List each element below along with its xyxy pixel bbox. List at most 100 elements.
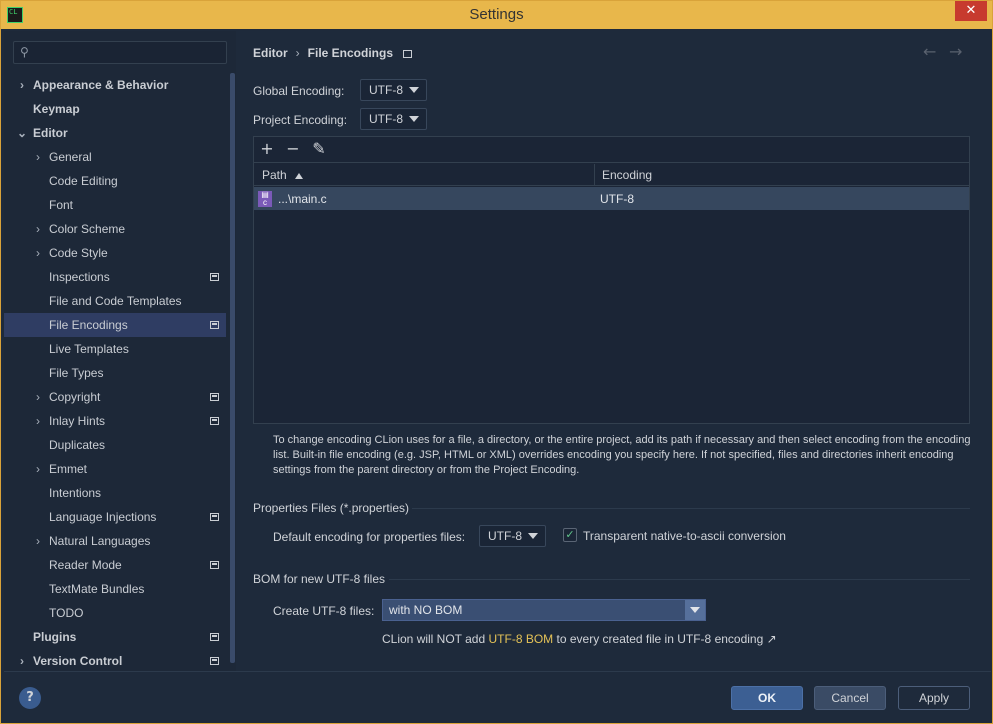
sidebar-item-label: Emmet <box>49 462 88 476</box>
project-encoding-select[interactable]: UTF-8 <box>360 108 427 130</box>
chevron-right-icon[interactable]: › <box>33 457 43 481</box>
dropdown-arrow-icon <box>409 87 419 93</box>
remove-icon[interactable]: − <box>282 139 304 159</box>
sidebar-item-file-types[interactable]: File Types <box>4 361 226 385</box>
sidebar-item-label: Code Style <box>49 246 108 260</box>
sidebar-item-duplicates[interactable]: Duplicates <box>4 433 226 457</box>
section-divider <box>389 579 970 580</box>
project-encoding-value: UTF-8 <box>369 112 403 126</box>
chevron-right-icon[interactable]: › <box>33 529 43 553</box>
project-scope-icon <box>403 49 413 58</box>
project-scope-icon <box>210 633 219 641</box>
column-header-path[interactable]: Path <box>262 168 303 182</box>
bom-section-title: BOM for new UTF-8 files <box>253 572 386 586</box>
sidebar-item-live-templates[interactable]: Live Templates <box>4 337 226 361</box>
table-toolbar: + − ✎ <box>254 137 969 163</box>
transparent-conversion-checkbox[interactable]: ✓ <box>563 528 577 542</box>
bom-select[interactable]: with NO BOM <box>382 599 706 621</box>
chevron-right-icon[interactable]: › <box>33 241 43 265</box>
sidebar-item-font[interactable]: Font <box>4 193 226 217</box>
encodings-table: + − ✎ Path Encoding ▤ c ...\main.c UTF-8 <box>253 136 970 424</box>
sidebar-item-plugins[interactable]: Plugins <box>4 625 226 649</box>
apply-button[interactable]: Apply <box>898 686 970 710</box>
chevron-right-icon[interactable]: › <box>17 649 27 673</box>
chevron-down-icon[interactable]: ⌄ <box>17 121 27 145</box>
properties-encoding-value: UTF-8 <box>488 529 522 543</box>
sidebar-item-label: Plugins <box>33 630 77 644</box>
chevron-right-icon[interactable]: › <box>33 217 43 241</box>
sidebar-item-appearance-behavior[interactable]: › Appearance & Behavior <box>4 73 226 97</box>
bom-select-value: with NO BOM <box>389 603 463 617</box>
sidebar-item-natural-languages[interactable]: › Natural Languages <box>4 529 226 553</box>
sidebar-item-inlay-hints[interactable]: › Inlay Hints <box>4 409 226 433</box>
transparent-conversion-label: Transparent native-to-ascii conversion <box>583 529 786 543</box>
sidebar-item-color-scheme[interactable]: › Color Scheme <box>4 217 226 241</box>
breadcrumb-parent[interactable]: Editor <box>253 46 288 60</box>
file-encodings-panel: Editor › File Encodings ← → Global Encodin… <box>237 31 990 671</box>
dialog-footer: ? OK Cancel Apply <box>4 671 991 722</box>
sidebar-item-todo[interactable]: TODO <box>4 601 226 625</box>
column-divider[interactable] <box>594 164 595 186</box>
add-icon[interactable]: + <box>256 139 278 159</box>
edit-pencil-icon[interactable]: ✎ <box>308 139 330 159</box>
properties-section-title: Properties Files (*.properties) <box>253 501 410 515</box>
sidebar-item-general[interactable]: › General <box>4 145 226 169</box>
forward-arrow-icon[interactable]: → <box>949 42 962 61</box>
back-arrow-icon[interactable]: ← <box>923 42 936 61</box>
sidebar-item-intentions[interactable]: Intentions <box>4 481 226 505</box>
utf8-bom-link[interactable]: UTF-8 BOM <box>489 632 554 646</box>
sidebar-item-label: TODO <box>49 606 84 620</box>
encoding-help-text: To change encoding CLion uses for a file… <box>273 434 971 476</box>
sidebar-item-inspections[interactable]: Inspections <box>4 265 226 289</box>
bom-note: CLion will NOT add UTF-8 BOM to every cr… <box>382 632 777 646</box>
settings-sidebar: ⚲ › Appearance & Behavior Keymap ⌄ Editor › Ge… <box>4 31 236 671</box>
sidebar-scrollbar[interactable] <box>230 73 235 663</box>
close-button[interactable]: ✕ <box>955 1 987 21</box>
sidebar-item-editor[interactable]: ⌄ Editor <box>4 121 226 145</box>
title-bar: CL Settings ✕ <box>1 1 992 29</box>
sidebar-item-file-and-code-templates[interactable]: File and Code Templates <box>4 289 226 313</box>
ok-button[interactable]: OK <box>731 686 803 710</box>
create-utf8-label: Create UTF-8 files: <box>273 604 375 618</box>
chevron-right-icon[interactable]: › <box>33 409 43 433</box>
sidebar-item-label: Version Control <box>33 654 123 668</box>
chevron-right-icon[interactable]: › <box>33 145 43 169</box>
sidebar-item-emmet[interactable]: › Emmet <box>4 457 226 481</box>
sidebar-item-label: File and Code Templates <box>49 294 182 308</box>
sidebar-item-copyright[interactable]: › Copyright <box>4 385 226 409</box>
project-scope-icon <box>210 273 219 281</box>
sidebar-item-version-control[interactable]: › Version Control <box>4 649 226 673</box>
sidebar-item-keymap[interactable]: Keymap <box>4 97 226 121</box>
sidebar-item-label: Font <box>49 198 74 212</box>
project-scope-icon <box>210 657 219 665</box>
table-row[interactable]: ▤ c ...\main.c UTF-8 <box>254 187 969 210</box>
settings-search-input[interactable]: ⚲ <box>13 41 227 64</box>
project-scope-icon <box>210 393 219 401</box>
global-encoding-label: Global Encoding: <box>253 84 345 98</box>
sidebar-item-label: Keymap <box>33 102 80 116</box>
sidebar-item-code-style[interactable]: › Code Style <box>4 241 226 265</box>
sidebar-item-reader-mode[interactable]: Reader Mode <box>4 553 226 577</box>
project-scope-icon <box>210 417 219 425</box>
breadcrumb-separator-icon: › <box>295 46 300 60</box>
properties-encoding-select[interactable]: UTF-8 <box>479 525 546 547</box>
sidebar-item-label: File Encodings <box>49 318 128 332</box>
cancel-button[interactable]: Cancel <box>814 686 886 710</box>
sidebar-item-language-injections[interactable]: Language Injections <box>4 505 226 529</box>
cell-encoding[interactable]: UTF-8 <box>600 192 634 206</box>
chevron-right-icon[interactable]: › <box>17 73 27 97</box>
sidebar-item-label: Inlay Hints <box>49 414 106 428</box>
sort-ascending-icon <box>294 172 303 179</box>
chevron-right-icon[interactable]: › <box>33 385 43 409</box>
window-title: Settings <box>469 6 524 23</box>
project-scope-icon <box>210 561 219 569</box>
column-header-encoding[interactable]: Encoding <box>602 168 652 182</box>
sidebar-item-label: Color Scheme <box>49 222 126 236</box>
sidebar-item-file-encodings[interactable]: File Encodings <box>4 313 226 337</box>
dropdown-arrow-icon[interactable] <box>685 600 705 620</box>
help-button[interactable]: ? <box>19 687 41 709</box>
sidebar-item-textmate-bundles[interactable]: TextMate Bundles <box>4 577 226 601</box>
sidebar-item-code-editing[interactable]: Code Editing <box>4 169 226 193</box>
project-encoding-label: Project Encoding: <box>253 113 348 127</box>
global-encoding-select[interactable]: UTF-8 <box>360 79 427 101</box>
